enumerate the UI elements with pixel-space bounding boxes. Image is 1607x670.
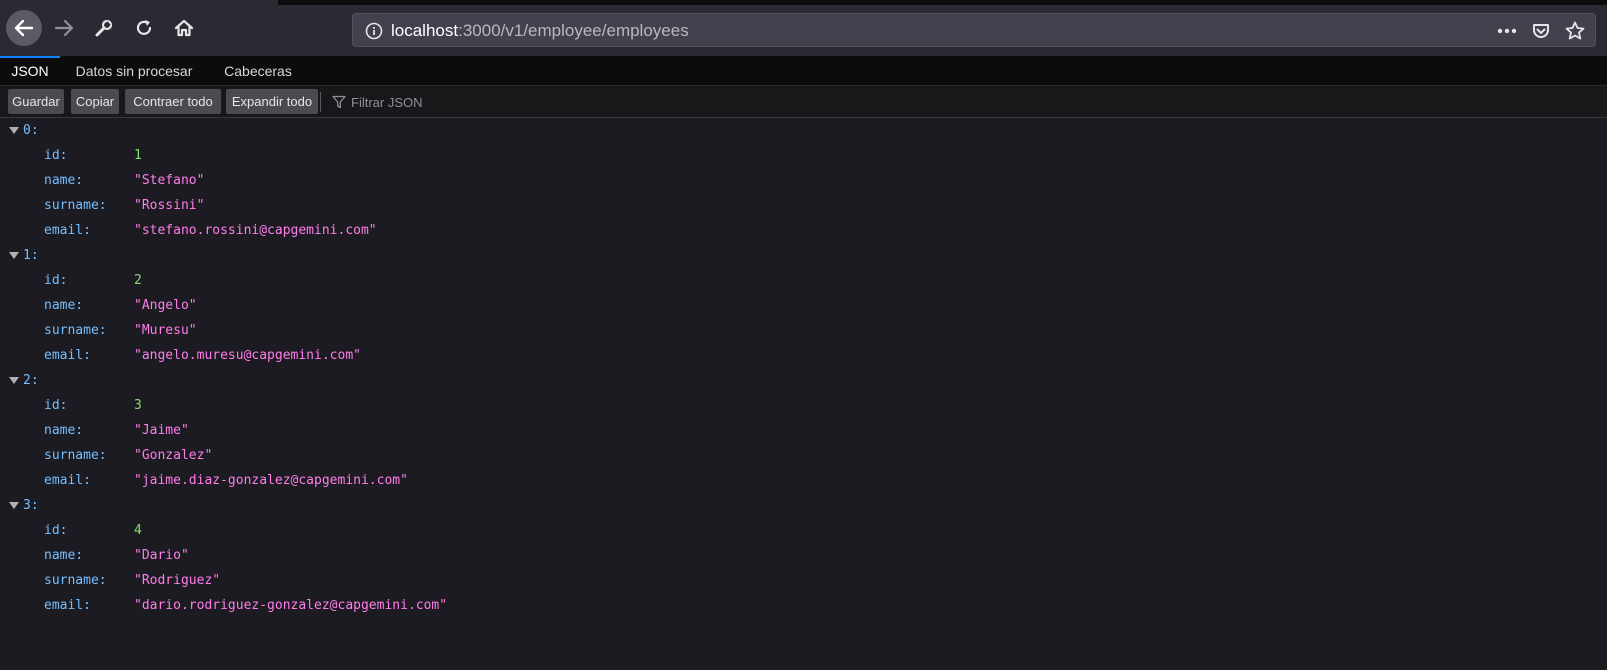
collapse-all-button[interactable]: Contraer todo (125, 89, 221, 114)
pocket-icon[interactable] (1527, 18, 1555, 44)
property-key: id: (44, 273, 68, 288)
info-icon[interactable] (365, 22, 383, 45)
wrench-icon (95, 19, 113, 37)
url-path: :3000/v1/employee/employees (458, 21, 689, 40)
property-value: "Dario" (134, 548, 189, 563)
property-value: 4 (134, 523, 142, 538)
property-key: email: (44, 598, 91, 613)
back-button[interactable] (6, 10, 42, 46)
object-index: 2: (23, 373, 39, 388)
property-value: 2 (134, 273, 142, 288)
tab-strip (278, 0, 1607, 5)
forward-button[interactable] (46, 10, 82, 46)
url-bar[interactable]: localhost:3000/v1/employee/employees (352, 13, 1596, 47)
property-value: "dario.rodriguez-gonzalez@capgemini.com" (134, 598, 448, 613)
back-arrow-icon (14, 19, 34, 37)
property-key: name: (44, 423, 84, 438)
property-value: "Muresu" (134, 323, 197, 338)
filter-json-input[interactable] (351, 91, 751, 113)
property-value: "Stefano" (134, 173, 205, 188)
property-key: surname: (44, 323, 107, 338)
property-key: name: (44, 548, 84, 563)
expand-toggle-icon[interactable] (9, 502, 19, 509)
property-key: name: (44, 173, 84, 188)
url-text[interactable]: localhost:3000/v1/employee/employees (391, 22, 689, 40)
url-host: localhost (391, 21, 459, 40)
object-index: 1: (23, 248, 39, 263)
property-value: "angelo.muresu@capgemini.com" (134, 348, 361, 363)
property-value: "Jaime" (134, 423, 189, 438)
property-key: email: (44, 473, 91, 488)
filter-icon (332, 95, 346, 114)
property-key: email: (44, 348, 91, 363)
star-icon[interactable] (1561, 18, 1589, 44)
property-value: "Rodriguez" (134, 573, 221, 588)
reload-button[interactable] (126, 10, 162, 46)
tools-button[interactable] (86, 10, 122, 46)
reload-icon (136, 20, 152, 35)
property-value: "Rossini" (134, 198, 205, 213)
expand-all-button[interactable]: Expandir todo (226, 89, 318, 114)
property-value: 3 (134, 398, 142, 413)
home-button[interactable] (166, 10, 202, 46)
tab-raw-data[interactable]: Datos sin procesar (64, 56, 204, 86)
property-value: "stefano.rossini@capgemini.com" (134, 223, 377, 238)
json-toolbar: Guardar Copiar Contraer todo Expandir to… (0, 86, 1607, 118)
property-value: 1 (134, 148, 142, 163)
property-value: "Angelo" (134, 298, 197, 313)
json-tree: 0: id: 1 name: "Stefano" surname: "Rossi… (0, 118, 1607, 670)
home-icon (174, 19, 194, 37)
browser-toolbar: localhost:3000/v1/employee/employees (0, 0, 1607, 56)
property-key: name: (44, 298, 84, 313)
property-key: id: (44, 398, 68, 413)
toolbar-divider (320, 92, 321, 112)
property-key: surname: (44, 448, 107, 463)
more-horizontal-icon[interactable] (1493, 18, 1521, 44)
url-actions (1493, 18, 1589, 44)
object-index: 3: (23, 498, 39, 513)
tab-json[interactable]: JSON (0, 56, 60, 86)
property-key: surname: (44, 573, 107, 588)
save-button[interactable]: Guardar (8, 89, 64, 114)
property-key: surname: (44, 198, 107, 213)
expand-toggle-icon[interactable] (9, 252, 19, 259)
property-key: email: (44, 223, 91, 238)
tab-headers[interactable]: Cabeceras (210, 56, 306, 86)
property-key: id: (44, 523, 68, 538)
copy-button[interactable]: Copiar (71, 89, 119, 114)
property-value: "jaime.diaz-gonzalez@capgemini.com" (134, 473, 408, 488)
viewer-tabs: JSON Datos sin procesar Cabeceras (0, 56, 1607, 86)
property-key: id: (44, 148, 68, 163)
expand-toggle-icon[interactable] (9, 127, 19, 134)
object-index: 0: (23, 123, 39, 138)
expand-toggle-icon[interactable] (9, 377, 19, 384)
forward-arrow-icon (54, 19, 74, 37)
property-value: "Gonzalez" (134, 448, 213, 463)
